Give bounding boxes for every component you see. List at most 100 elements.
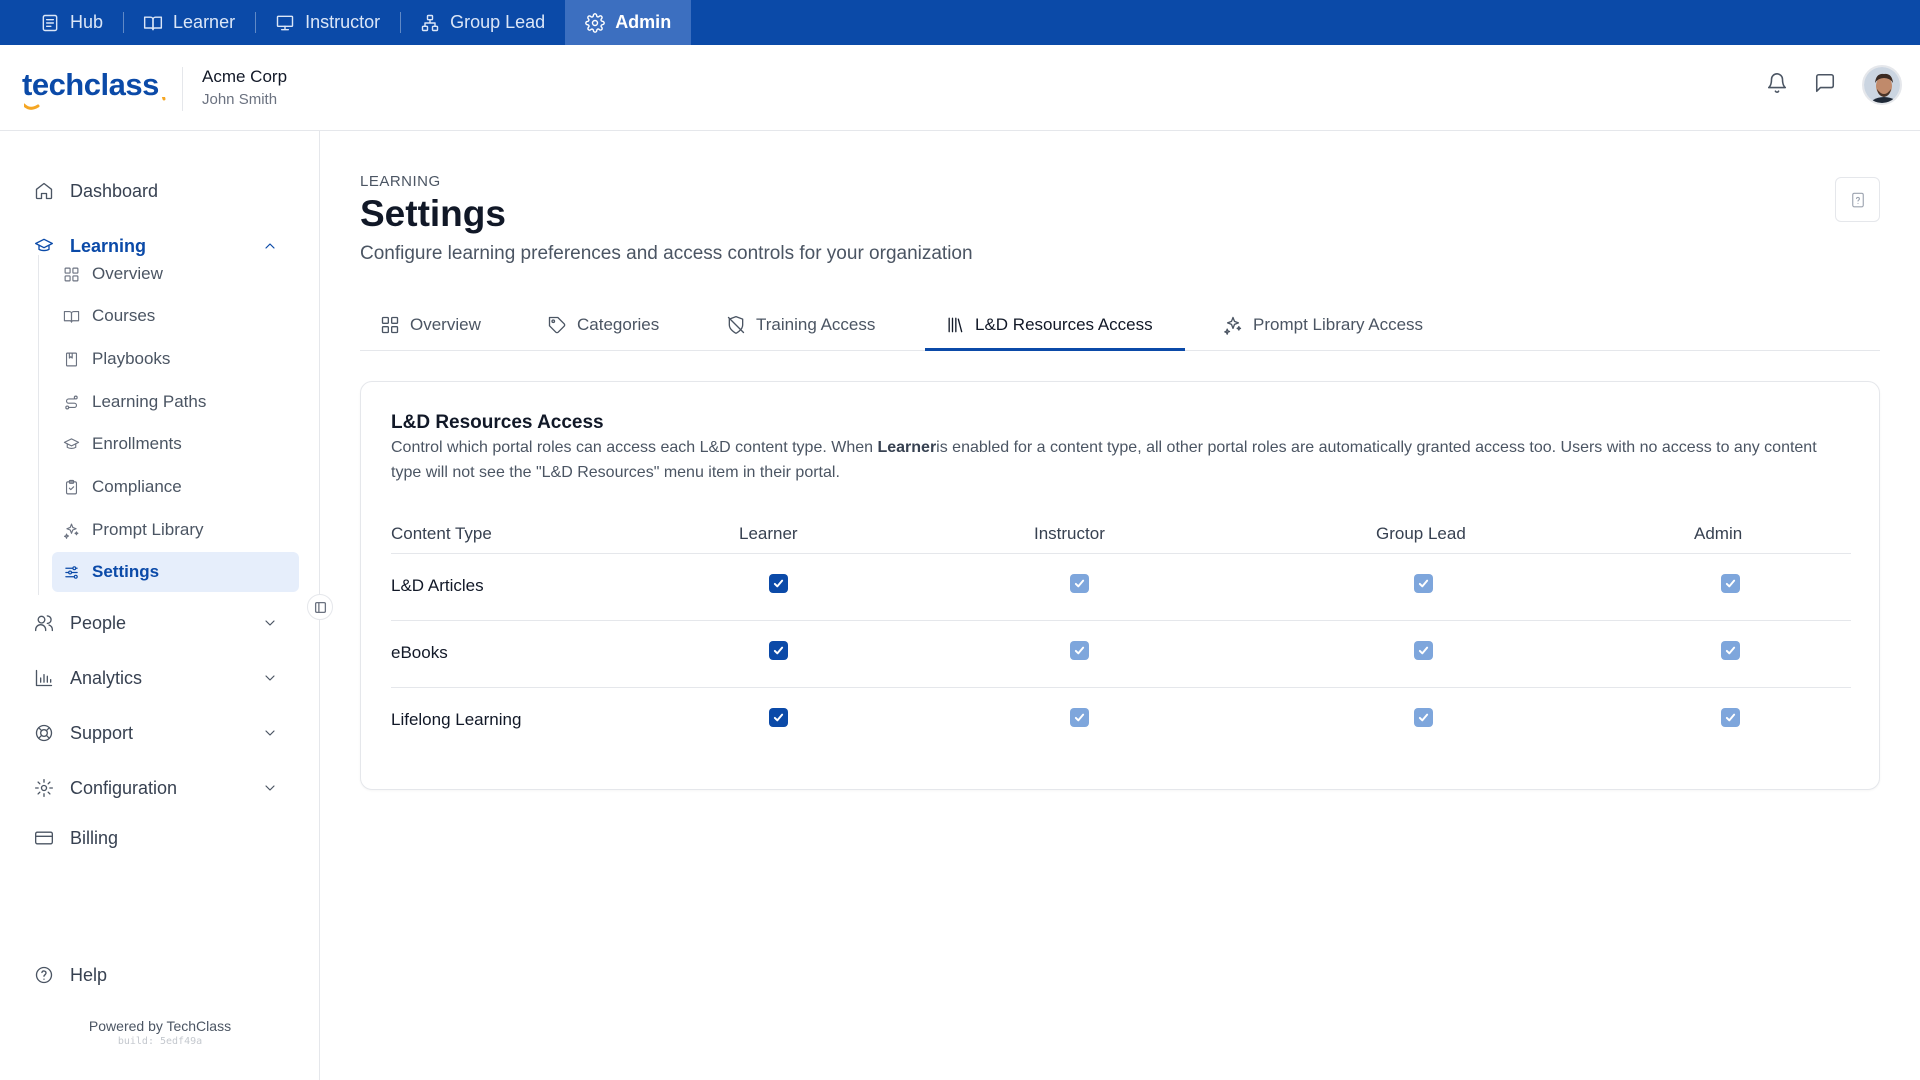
role-admin[interactable]: Admin (565, 0, 692, 45)
table-row: eBooks (391, 621, 1851, 688)
learner-access-checkbox[interactable] (769, 574, 788, 593)
instructor-access-checkbox[interactable] (1070, 641, 1089, 660)
sidebar-item-billing[interactable]: Billing (34, 820, 294, 856)
check-icon (773, 579, 784, 588)
grid-icon (64, 267, 79, 281)
sliders-icon (65, 565, 78, 579)
notifications-button[interactable] (1766, 72, 1788, 99)
check-icon (1418, 579, 1429, 588)
sidebar-item-label: Support (70, 722, 134, 743)
role-learner[interactable]: Learner (123, 0, 255, 45)
sidebar-subitem-label: Overview (92, 264, 163, 283)
org-chart-icon (421, 14, 439, 31)
page-subtitle: Configure learning preferences and acces… (360, 243, 973, 264)
hub-icon (42, 14, 58, 31)
role-group-lead[interactable]: Group Lead (400, 0, 565, 45)
role-label: Admin (615, 12, 672, 32)
page-help-button[interactable] (1835, 177, 1880, 222)
sidebar-subitem-courses[interactable]: Courses (52, 296, 299, 336)
sidebar-subitem-settings[interactable]: Settings (52, 552, 299, 592)
check-icon (1074, 579, 1085, 588)
lifebuoy-icon (35, 724, 53, 742)
clipboard-check-icon (65, 479, 78, 494)
sidebar-item-people[interactable]: People (34, 605, 294, 641)
sidebar-subitem-label: Playbooks (92, 349, 171, 368)
sparkles-icon (1224, 316, 1242, 335)
check-icon (773, 713, 784, 722)
tab-training-access[interactable]: Training Access (726, 299, 875, 351)
sidebar-subitem-overview[interactable]: Overview (52, 254, 299, 294)
sidebar-subitem-playbooks[interactable]: Playbooks (52, 339, 299, 379)
sidebar-subitem-label: Courses (92, 306, 156, 325)
content-type-label: L&D Articles (391, 576, 484, 595)
instructor-access-checkbox[interactable] (1070, 708, 1089, 727)
sidebar-item-support[interactable]: Support (34, 715, 294, 751)
col-header-admin: Admin (1694, 524, 1743, 543)
header-actions (1766, 65, 1902, 105)
instructor-access-checkbox[interactable] (1070, 574, 1089, 593)
sidebar-subitem-label: Enrollments (92, 434, 182, 453)
sidebar-subitem-learning-paths[interactable]: Learning Paths (52, 382, 299, 422)
check-icon (1725, 713, 1736, 722)
techclass-logo[interactable]: techclass (22, 67, 166, 110)
tab-ld-resources-access[interactable]: L&D Resources Access (945, 299, 1153, 351)
messages-button[interactable] (1814, 72, 1836, 99)
sidebar-item-help[interactable]: Help (34, 957, 294, 993)
col-header-instructor: Instructor (1034, 524, 1105, 543)
check-icon (1074, 713, 1085, 722)
tab-label: Prompt Library Access (1253, 315, 1424, 334)
check-icon (1725, 646, 1736, 655)
role-hub[interactable]: Hub (20, 0, 123, 45)
user-name: John Smith (202, 91, 278, 108)
sidebar-item-dashboard[interactable]: Dashboard (34, 173, 294, 209)
sidebar-subitem-label: Settings (92, 562, 160, 581)
role-switcher-bar: Hub Learner Instructor Group Lead Admin (0, 0, 1920, 45)
check-icon (773, 646, 784, 655)
gear-icon (35, 779, 53, 797)
help-document-icon (1851, 192, 1864, 207)
collapse-sidebar-button[interactable] (307, 594, 333, 620)
users-icon (35, 615, 53, 632)
sidebar-subitem-label: Compliance (92, 477, 182, 496)
tab-categories[interactable]: Categories (547, 299, 659, 351)
col-header-learner: Learner (739, 524, 798, 543)
app-header: techclass Acme Corp John Smith (0, 45, 1920, 131)
tag-icon (548, 316, 566, 334)
org-name: Acme Corp (202, 67, 288, 86)
card-description: Control which portal roles can access ea… (391, 435, 1831, 485)
learner-access-checkbox[interactable] (769, 708, 788, 727)
admin-access-checkbox[interactable] (1721, 708, 1740, 727)
bar-chart-icon (35, 669, 53, 687)
tab-overview[interactable]: Overview (380, 299, 481, 351)
sidebar-subitem-prompt-library[interactable]: Prompt Library (52, 510, 299, 550)
graduation-cap-icon (63, 437, 80, 449)
panel-left-icon (314, 601, 326, 613)
gear-icon (585, 12, 605, 33)
sidebar-item-label: Dashboard (70, 180, 159, 201)
org-switcher[interactable]: Acme Corp John Smith (182, 67, 287, 111)
group-lead-access-checkbox[interactable] (1414, 641, 1433, 660)
admin-access-checkbox[interactable] (1721, 574, 1740, 593)
sidebar-item-analytics[interactable]: Analytics (34, 660, 294, 696)
role-label: Hub (70, 12, 104, 32)
user-avatar[interactable] (1862, 65, 1902, 105)
sidebar-item-configuration[interactable]: Configuration (34, 770, 294, 806)
chevron-up-icon (265, 243, 275, 249)
help-circle-icon (35, 966, 53, 984)
sidebar-subitem-enrollments[interactable]: Enrollments (52, 424, 299, 464)
learner-access-checkbox[interactable] (769, 641, 788, 660)
admin-access-checkbox[interactable] (1721, 641, 1740, 660)
group-lead-access-checkbox[interactable] (1414, 574, 1433, 593)
sidebar-item-label: Help (70, 964, 108, 985)
sidebar-item-label: Billing (70, 827, 119, 848)
sidebar-subitem-compliance[interactable]: Compliance (52, 467, 299, 507)
chevron-down-icon (265, 785, 275, 791)
group-lead-access-checkbox[interactable] (1414, 708, 1433, 727)
role-instructor[interactable]: Instructor (255, 0, 400, 45)
page-title: Settings (360, 193, 506, 234)
breadcrumb: LEARNING (360, 173, 441, 190)
shield-off-icon (727, 316, 745, 334)
tab-prompt-library-access[interactable]: Prompt Library Access (1223, 299, 1423, 351)
message-square-icon (1815, 73, 1835, 92)
settings-tabs: Overview Categories Training Access L&D … (360, 299, 1880, 351)
